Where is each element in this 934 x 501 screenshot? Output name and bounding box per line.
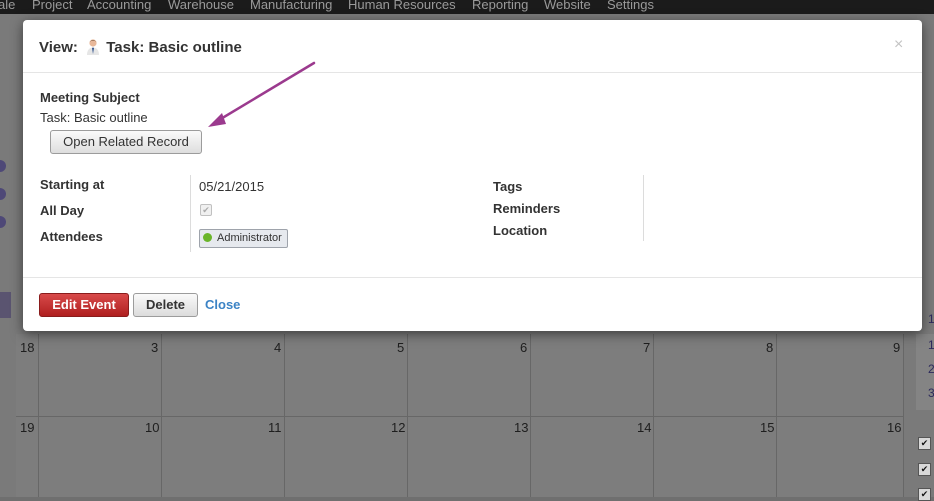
location-label: Location: [493, 223, 548, 238]
filter-checkbox[interactable]: ✔: [918, 437, 931, 450]
calendar-day[interactable]: 9: [893, 340, 900, 355]
nav-item-reporting[interactable]: Reporting: [472, 0, 528, 12]
week-number: 19: [20, 420, 35, 435]
attendees-label: Attendees: [40, 229, 103, 244]
attendee-tag[interactable]: Administrator: [199, 229, 288, 248]
nav-item-website[interactable]: Website: [544, 0, 591, 12]
all-day-checkbox: ✔: [200, 204, 212, 216]
week-number: 18: [20, 340, 35, 355]
nav-item-manufacturing[interactable]: Manufacturing: [250, 0, 332, 12]
nav-item-project[interactable]: Project: [32, 0, 72, 12]
delete-button[interactable]: Delete: [133, 293, 198, 317]
calendar-day[interactable]: 12: [391, 420, 405, 435]
top-nav: ale Project Accounting Warehouse Manufac…: [0, 0, 934, 14]
close-link[interactable]: Close: [205, 297, 240, 312]
starting-at-label: Starting at: [40, 177, 105, 192]
calendar-day[interactable]: 11: [268, 420, 282, 435]
dialog-title-prefix: View:: [39, 39, 78, 56]
sidebar-dot: [0, 160, 6, 172]
check-icon: ✔: [202, 205, 210, 215]
nav-item-settings[interactable]: Settings: [607, 0, 654, 12]
meeting-subject-value: Task: Basic outline: [40, 110, 148, 125]
dialog-title: View: Task: Basic outline: [39, 38, 242, 56]
filter-checkbox[interactable]: ✔: [918, 463, 931, 476]
sidebar-dot: [0, 188, 6, 200]
calendar-day[interactable]: 6: [520, 340, 527, 355]
filter-checkbox[interactable]: ✔: [918, 488, 931, 501]
calendar-day[interactable]: 3: [151, 340, 158, 355]
field-divider: [643, 175, 644, 241]
sidebar-selection: [0, 292, 11, 318]
mini-calendar-day[interactable]: 1: [928, 312, 934, 326]
event-dialog: View: Task: Basic outline × Meeting Subj…: [23, 20, 922, 331]
tags-label: Tags: [493, 179, 523, 194]
dialog-footer: Edit Event Delete Close: [23, 277, 922, 332]
calendar-day[interactable]: 7: [643, 340, 650, 355]
edit-event-button[interactable]: Edit Event: [39, 293, 129, 317]
nav-item-warehouse[interactable]: Warehouse: [168, 0, 234, 12]
calendar-day[interactable]: 13: [514, 420, 528, 435]
nav-item-sales[interactable]: ale: [0, 0, 15, 12]
online-status-icon: [203, 233, 212, 242]
dialog-header: View: Task: Basic outline ×: [23, 20, 922, 73]
meeting-subject-label: Meeting Subject: [40, 90, 140, 105]
open-related-record-button[interactable]: Open Related Record: [50, 130, 202, 154]
field-divider: [190, 175, 191, 252]
nav-item-accounting[interactable]: Accounting: [87, 0, 151, 12]
attendee-name: Administrator: [217, 232, 282, 244]
all-day-label: All Day: [40, 203, 85, 218]
nav-item-human-resources[interactable]: Human Resources: [348, 0, 456, 12]
calendar-day[interactable]: 10: [145, 420, 159, 435]
mini-calendar-day[interactable]: 2: [928, 362, 934, 376]
sidebar-dot: [0, 216, 6, 228]
dialog-title-text: Task: Basic outline: [106, 39, 242, 56]
mini-calendar: 1 1 2 3: [916, 312, 934, 410]
calendar-day[interactable]: 4: [274, 340, 281, 355]
calendar-day[interactable]: 16: [887, 420, 901, 435]
calendar-day[interactable]: 15: [760, 420, 774, 435]
close-icon[interactable]: ×: [894, 36, 903, 54]
user-avatar-icon: [87, 39, 100, 55]
calendar-day[interactable]: 5: [397, 340, 404, 355]
starting-at-value: 05/21/2015: [199, 179, 265, 194]
calendar-grid: 18 3 4 5 6 7 8 9 19 10 11 12 13 14 15 16: [16, 334, 904, 497]
reminders-label: Reminders: [493, 201, 561, 216]
calendar-day[interactable]: 14: [637, 420, 651, 435]
mini-calendar-day[interactable]: 3: [928, 386, 934, 400]
calendar-day[interactable]: 8: [766, 340, 773, 355]
mini-calendar-day[interactable]: 1: [928, 338, 934, 352]
